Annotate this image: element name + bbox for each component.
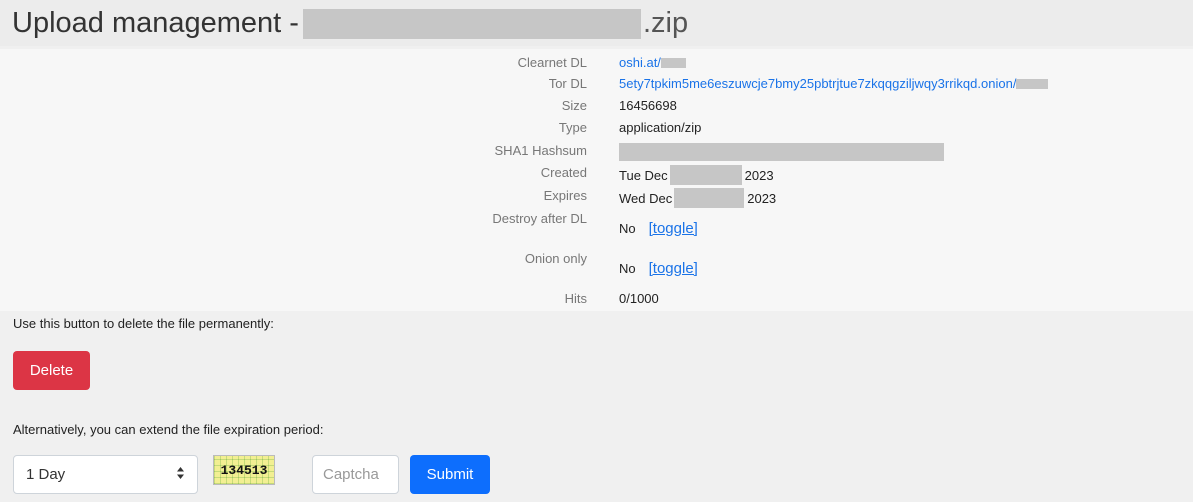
hits-value: 0/1000: [619, 291, 659, 306]
title-suffix: .zip: [642, 7, 689, 39]
redacted-expires-date: [674, 188, 745, 208]
file-info-panel: Clearnet DL oshi.at/ Tor DL 5ety7tpkim5m…: [0, 49, 1193, 311]
created-year: 2023: [744, 167, 774, 183]
tor-label: Tor DL: [548, 76, 587, 91]
extend-help-text: Alternatively, you can extend the file e…: [13, 422, 324, 437]
expires-label: Expires: [543, 188, 587, 203]
type-value: application/zip: [619, 120, 702, 135]
period-select[interactable]: 1 Day: [13, 455, 198, 494]
onion-toggle-link[interactable]: [toggle]: [649, 260, 698, 277]
period-selected-value: 1 Day: [26, 466, 66, 483]
tor-value: 5ety7tpkim5me6eszuwcje7bmy25pbtrjtue7zkq…: [619, 76, 1049, 91]
page-title: Upload management - .zip: [12, 7, 688, 40]
title-bar: Upload management - .zip: [0, 0, 1193, 46]
redacted-clearnet-id: [660, 57, 686, 68]
destroy-toggle-link[interactable]: [toggle]: [649, 220, 698, 237]
created-label: Created: [540, 165, 587, 180]
select-arrows-icon: [176, 466, 185, 484]
hits-label: Hits: [564, 291, 587, 306]
redacted-filename: [302, 8, 641, 39]
onion-label: Onion only: [524, 251, 587, 266]
delete-help-text: Use this button to delete the file perma…: [13, 316, 274, 331]
expires-value: Wed Dec 2023: [619, 188, 776, 208]
type-label: Type: [558, 120, 587, 135]
captcha-code: 134513: [220, 462, 268, 478]
sha1-label: SHA1 Hashsum: [494, 143, 587, 158]
captcha-image: 134513: [213, 455, 275, 485]
title-prefix: Upload management -: [12, 7, 299, 39]
sha1-value: [619, 143, 944, 161]
size-value: 16456698: [619, 98, 677, 113]
captcha-input[interactable]: [312, 455, 399, 494]
upload-management-page: Upload management - .zip Clearnet DL osh…: [0, 0, 1193, 502]
created-day: Tue Dec: [619, 167, 668, 183]
size-label: Size: [561, 98, 587, 113]
redacted-created-date: [669, 165, 742, 185]
clearnet-value: oshi.at/: [619, 55, 686, 70]
clearnet-label: Clearnet DL: [517, 55, 587, 70]
delete-button[interactable]: Delete: [13, 351, 90, 390]
redacted-sha1: [619, 143, 944, 161]
expires-year: 2023: [747, 190, 777, 206]
onion-status: No: [619, 261, 636, 276]
destroy-value: No [toggle]: [619, 220, 698, 237]
redacted-tor-id: [1016, 78, 1049, 89]
destroy-label: Destroy after DL: [492, 211, 587, 226]
expires-day: Wed Dec: [619, 190, 673, 206]
submit-button[interactable]: Submit: [410, 455, 490, 494]
destroy-status: No: [619, 221, 636, 236]
tor-link[interactable]: 5ety7tpkim5me6eszuwcje7bmy25pbtrjtue7zkq…: [619, 76, 1016, 91]
clearnet-link[interactable]: oshi.at/: [619, 55, 661, 70]
onion-value: No [toggle]: [619, 260, 698, 277]
created-value: Tue Dec 2023: [619, 165, 774, 185]
